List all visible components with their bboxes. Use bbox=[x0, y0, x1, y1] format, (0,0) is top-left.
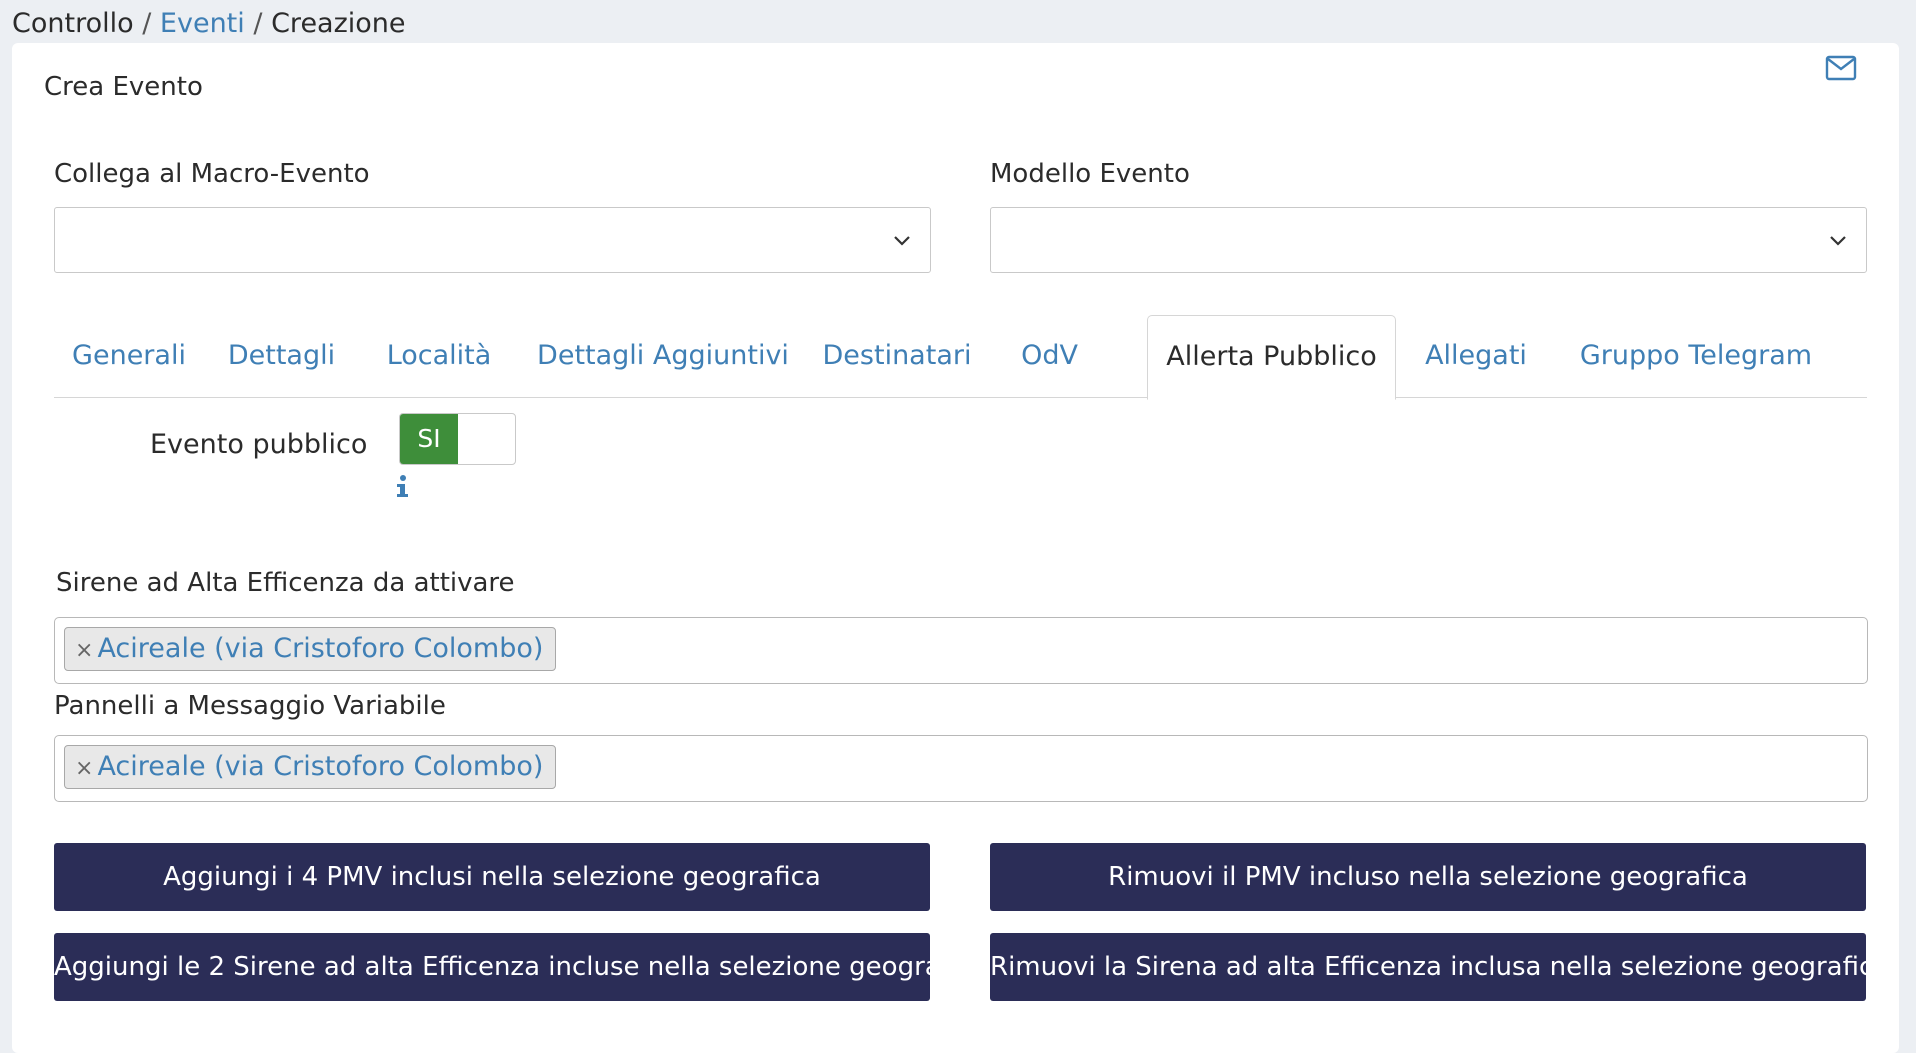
breadcrumb-current: Creazione bbox=[271, 8, 406, 39]
tab-dettagli-aggiuntivi[interactable]: Dettagli Aggiuntivi bbox=[519, 315, 807, 398]
breadcrumb-root: Controllo bbox=[12, 8, 134, 39]
breadcrumb-separator-2: / bbox=[253, 8, 263, 39]
breadcrumb: Controllo / Eventi / Creazione bbox=[12, 6, 406, 42]
panels-multiselect[interactable]: × Acireale (via Cristoforo Colombo) bbox=[54, 735, 1868, 802]
siren-tag-label: Acireale (via Cristoforo Colombo) bbox=[97, 633, 544, 664]
public-event-toggle[interactable]: SI bbox=[399, 413, 516, 465]
sirens-label: Sirene ad Alta Efficenza da attivare bbox=[56, 568, 515, 598]
tab-gruppo-telegram[interactable]: Gruppo Telegram bbox=[1556, 315, 1836, 398]
breadcrumb-separator: / bbox=[142, 8, 152, 39]
tab-destinatari[interactable]: Destinatari bbox=[807, 315, 987, 398]
remove-siren-button[interactable]: Rimuovi la Sirena ad alta Efficenza incl… bbox=[990, 933, 1889, 1001]
remove-tag-icon[interactable]: × bbox=[75, 638, 93, 663]
tab-dettagli[interactable]: Dettagli bbox=[204, 315, 359, 398]
macro-event-select[interactable] bbox=[54, 207, 931, 273]
tab-localita[interactable]: Località bbox=[359, 315, 519, 398]
public-event-label: Evento pubblico bbox=[150, 429, 368, 460]
tab-allerta-pubblico[interactable]: Allerta Pubblico bbox=[1147, 315, 1396, 400]
panel-tag-label: Acireale (via Cristoforo Colombo) bbox=[97, 751, 544, 782]
sirens-multiselect[interactable]: × Acireale (via Cristoforo Colombo) bbox=[54, 617, 1868, 684]
event-model-select[interactable] bbox=[990, 207, 1867, 273]
tab-odv[interactable]: OdV bbox=[987, 315, 1112, 398]
chevron-down-icon bbox=[1830, 236, 1846, 246]
tab-allegati[interactable]: Allegati bbox=[1396, 315, 1556, 398]
panel-tag: × Acireale (via Cristoforo Colombo) bbox=[64, 745, 557, 789]
remove-tag-icon[interactable]: × bbox=[75, 756, 93, 781]
card-title: Crea Evento bbox=[44, 72, 203, 102]
panels-label: Pannelli a Messaggio Variabile bbox=[54, 691, 446, 721]
add-pmv-button[interactable]: Aggiungi i 4 PMV inclusi nella selezione… bbox=[54, 843, 930, 911]
macro-event-label: Collega al Macro-Evento bbox=[54, 159, 370, 189]
breadcrumb-link-eventi[interactable]: Eventi bbox=[160, 8, 245, 39]
chevron-down-icon bbox=[894, 236, 910, 246]
remove-pmv-button[interactable]: Rimuovi il PMV incluso nella selezione g… bbox=[990, 843, 1866, 911]
event-model-label: Modello Evento bbox=[990, 159, 1190, 189]
tab-generali[interactable]: Generali bbox=[54, 315, 204, 398]
envelope-icon[interactable] bbox=[1825, 55, 1857, 81]
toggle-on-state: SI bbox=[400, 414, 458, 464]
tab-bar: Generali Dettagli Località Dettagli Aggi… bbox=[54, 315, 1867, 400]
add-sirens-button[interactable]: Aggiungi le 2 Sirene ad alta Efficenza i… bbox=[54, 933, 987, 1001]
info-icon[interactable] bbox=[393, 474, 411, 498]
siren-tag: × Acireale (via Cristoforo Colombo) bbox=[64, 627, 557, 671]
